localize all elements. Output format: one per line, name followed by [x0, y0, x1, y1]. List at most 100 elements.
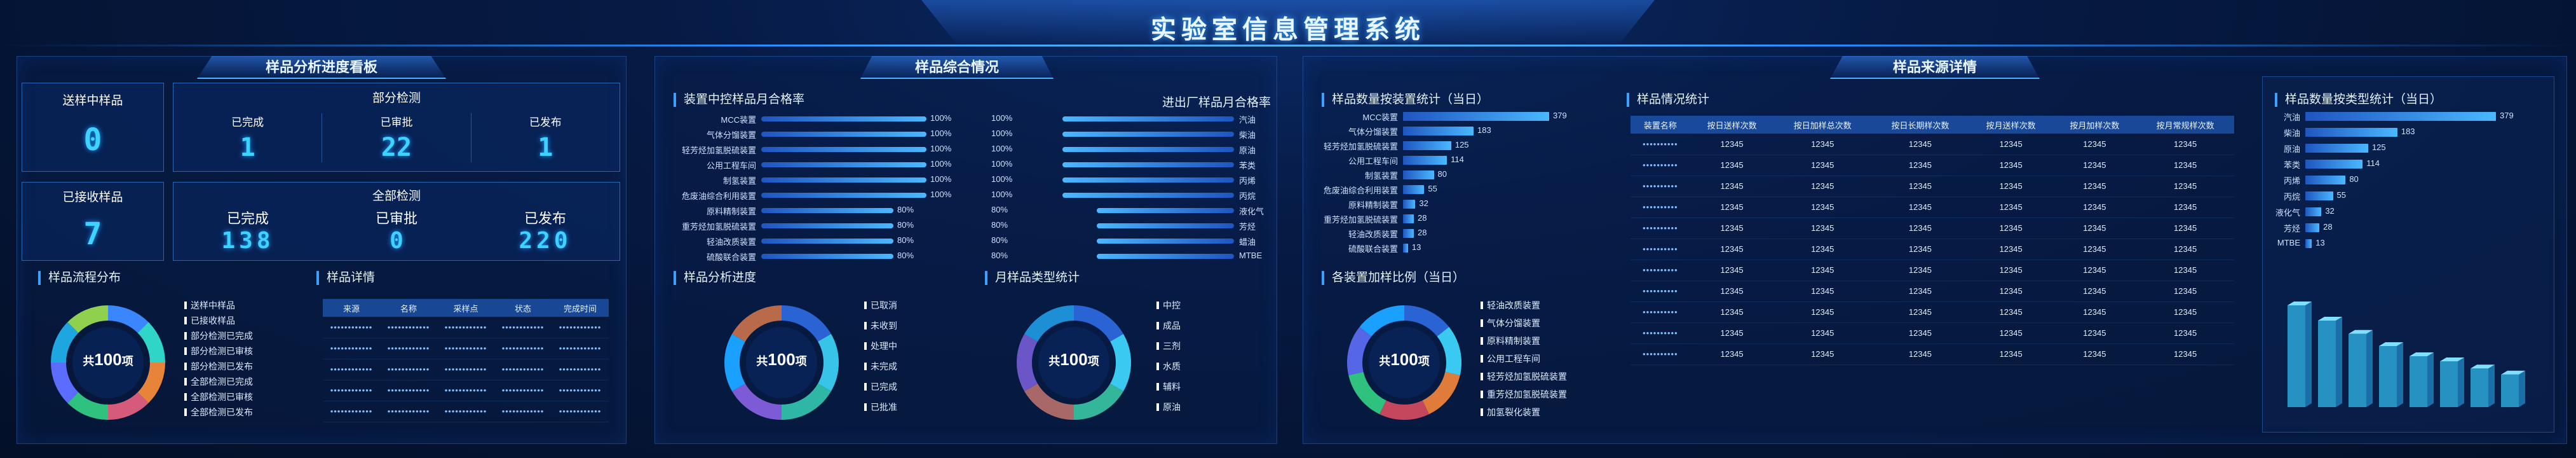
table-row[interactable]: •••••••••• 12345 12345 12345 12345 12345 12345 — [1630, 323, 2234, 344]
bar-label: 制氢装置 — [1364, 171, 1398, 181]
received-box: 已接收样品 7 — [22, 182, 164, 261]
table-header-row: 装置名称 按日送样次数 按日加样总次数 按日长期样次数 按月送样次数 按月加样次数 按月常规… — [1630, 116, 2234, 134]
legend-label: 轻芳烃加氢脱硫装置 — [1487, 371, 1567, 382]
table-row[interactable]: •••••••••• 12345 12345 12345 12345 12345 12345 — [1630, 344, 2234, 365]
table-cell: 12345 — [1773, 218, 1872, 239]
legend-marker — [184, 317, 187, 324]
bar3d-column — [2501, 370, 2525, 407]
table-cell: •••••••••• — [1630, 197, 1690, 218]
table-row[interactable]: •••••••••••• •••••••••••• •••••••••••• ••••… — [323, 401, 609, 422]
bar-label: 原料精制装置 — [706, 207, 756, 216]
bar-label: 汽油 — [1239, 115, 1256, 125]
bar-value: 100% — [991, 190, 1013, 199]
bar-label: 丙烯 — [2283, 176, 2300, 186]
table-cell: •••••••••••• — [437, 380, 494, 401]
table-cell: 12345 — [1871, 134, 1969, 155]
table-cell: 12345 — [1690, 134, 1774, 155]
bar-value: 114 — [2366, 158, 2380, 168]
table-cell: •••••••••• — [1630, 302, 1690, 323]
table-cell: 12345 — [2052, 302, 2137, 323]
bar-fill — [1097, 208, 1234, 213]
bar-value: 100% — [930, 144, 952, 153]
bar-label: 液化气 — [2275, 208, 2300, 218]
table-row[interactable]: •••••••••••• •••••••••••• •••••••••••• ••••… — [323, 359, 609, 380]
bar-label: 柴油 — [2283, 128, 2300, 138]
bar-label: 重芳烃加氢脱硫装置 — [1323, 215, 1398, 225]
bar-fill — [2305, 239, 2312, 248]
table-row[interactable]: •••••••••• 12345 12345 12345 12345 12345 12345 — [1630, 218, 2234, 239]
bar-fill — [1062, 132, 1234, 137]
table-row[interactable]: •••••••••••• •••••••••••• •••••••••••• ••••… — [323, 380, 609, 401]
table-cell: •••••••••••• — [323, 380, 380, 401]
table-cell: 12345 — [1871, 344, 1969, 365]
table-cell: •••••••••• — [1630, 155, 1690, 176]
inout-pass-chart: 汽油 100% 柴油 100% 原油 100% 苯类 100% 丙烯 100% 丙烷 100% 液化气 8… — [991, 113, 1271, 272]
legend-label: 全部检测已审核 — [191, 392, 253, 402]
month-type-title: 月样品类型统计 — [985, 271, 1080, 285]
table-row[interactable]: •••••••••• 12345 12345 12345 12345 12345 12345 — [1630, 134, 2234, 155]
table-header-cell: 按月加样次数 — [2052, 116, 2137, 134]
bar-label: 丙烷 — [1239, 191, 1256, 201]
bar-fill — [2305, 112, 2496, 121]
device-ratio-donut: 共100项 — [1341, 299, 1468, 426]
bar-label: 蜡油 — [1239, 237, 1256, 247]
table-row[interactable]: •••••••••• 12345 12345 12345 12345 12345 12345 — [1630, 155, 2234, 176]
bar-label: 汽油 — [2283, 113, 2300, 122]
table-cell: •••••••••••• — [437, 359, 494, 380]
bar3d-column — [2410, 352, 2434, 407]
bar-value: 28 — [1417, 228, 1427, 237]
table-cell: •••••••••••• — [494, 401, 552, 422]
bar3d-column — [2349, 330, 2373, 407]
legend-label: 部分检测已审核 — [191, 346, 253, 356]
table-cell: 12345 — [1690, 281, 1774, 302]
bar-value: 100% — [991, 113, 1013, 123]
legend-label: 未收到 — [871, 321, 897, 331]
legend-marker — [864, 302, 867, 309]
bar-label: 公用工程车间 — [706, 161, 756, 170]
table-row[interactable]: •••••••••••• •••••••••••• •••••••••••• ••••… — [323, 338, 609, 359]
bar-label: 苯类 — [2283, 160, 2300, 170]
bar-fill — [1062, 147, 1234, 152]
bar-label: 危废油综合利用装置 — [1323, 186, 1398, 195]
bar-value: 55 — [1428, 184, 1437, 193]
bar-label: 原油 — [2283, 144, 2300, 154]
bar-fill — [2305, 128, 2397, 137]
type-count-chart: 汽油 379 柴油 183 原油 125 苯类 114 丙烯 80 丙烷 55 液化气 32 芳烃 28 MTB… — [2268, 111, 2548, 263]
table-cell: 12345 — [2136, 281, 2234, 302]
bar-label: 丙烯 — [1239, 176, 1256, 186]
table-row[interactable]: •••••••••• 12345 12345 12345 12345 12345 12345 — [1630, 239, 2234, 260]
table-cell: •••••••••••• — [552, 317, 609, 338]
table-cell: •••••••••••• — [494, 338, 552, 359]
legend-marker — [184, 347, 187, 355]
partial-check-label: 部分检测 — [372, 92, 421, 105]
legend-item: 原料精制装置 — [1481, 335, 1540, 347]
table-cell: 12345 — [1773, 281, 1872, 302]
table-cell: 12345 — [1969, 260, 2053, 281]
legend-item: 未收到 — [864, 319, 897, 332]
table-cell: 12345 — [1773, 197, 1872, 218]
table-row[interactable]: •••••••••••• •••••••••••• •••••••••••• ••••… — [323, 317, 609, 338]
table-row[interactable]: •••••••••• 12345 12345 12345 12345 12345 12345 — [1630, 176, 2234, 197]
table-row[interactable]: •••••••••• 12345 12345 12345 12345 12345 12345 — [1630, 302, 2234, 323]
table-row[interactable]: •••••••••• 12345 12345 12345 12345 12345 12345 — [1630, 197, 2234, 218]
legend-marker — [864, 403, 867, 411]
legend-marker — [1156, 342, 1159, 350]
legend-label: 已完成 — [871, 382, 897, 392]
bar-value: 80 — [1437, 169, 1447, 179]
bar-fill — [2305, 191, 2333, 200]
bar-value: 80% — [991, 251, 1008, 260]
bar-fill — [1062, 193, 1234, 198]
table-cell: •••••••••••• — [380, 317, 437, 338]
table-row[interactable]: •••••••••• 12345 12345 12345 12345 12345 12345 — [1630, 260, 2234, 281]
bar-value: 28 — [2323, 222, 2333, 232]
legend-label: 成品 — [1163, 321, 1181, 331]
progress-section-title: 样品分析进度看板 — [197, 56, 446, 79]
table-cell: 12345 — [1690, 197, 1774, 218]
bar-fill — [2305, 144, 2368, 153]
bar-label: 公用工程车间 — [1348, 156, 1398, 166]
legend-item: 中控 — [1156, 299, 1181, 312]
bar-fill — [1403, 127, 1474, 135]
flow-slice — [67, 305, 109, 333]
table-header-cell: 按月常规样次数 — [2136, 116, 2234, 134]
table-row[interactable]: •••••••••• 12345 12345 12345 12345 12345 12345 — [1630, 281, 2234, 302]
